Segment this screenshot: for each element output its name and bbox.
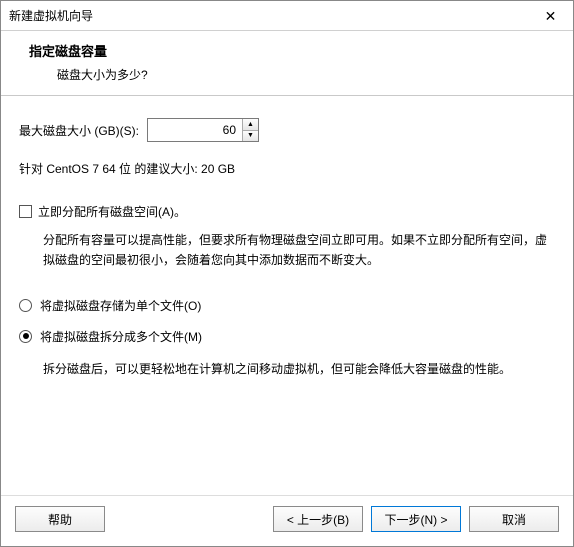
wizard-content: 最大磁盘大小 (GB)(S): ▲ ▼ 针对 CentOS 7 64 位 的建议… <box>1 96 573 495</box>
store-split-description: 拆分磁盘后，可以更轻松地在计算机之间移动虚拟机，但可能会降低大容量磁盘的性能。 <box>19 359 555 379</box>
store-split-row: 将虚拟磁盘拆分成多个文件(M) <box>19 328 555 345</box>
titlebar: 新建虚拟机向导 ✕ <box>1 1 573 31</box>
store-single-row: 将虚拟磁盘存储为单个文件(O) <box>19 297 555 314</box>
page-subtitle: 磁盘大小为多少? <box>29 66 557 83</box>
allocate-now-row: 立即分配所有磁盘空间(A)。 <box>19 203 555 220</box>
wizard-window: 新建虚拟机向导 ✕ 指定磁盘容量 磁盘大小为多少? 最大磁盘大小 (GB)(S)… <box>0 0 574 547</box>
close-button[interactable]: ✕ <box>528 1 573 31</box>
allocate-now-checkbox[interactable] <box>19 205 32 218</box>
store-single-label: 将虚拟磁盘存储为单个文件(O) <box>40 297 201 314</box>
cancel-button[interactable]: 取消 <box>469 506 559 532</box>
store-split-label: 将虚拟磁盘拆分成多个文件(M) <box>40 328 202 345</box>
store-split-radio[interactable] <box>19 330 32 343</box>
spinner-up[interactable]: ▲ <box>243 119 258 131</box>
page-title: 指定磁盘容量 <box>29 41 557 60</box>
disk-size-label: 最大磁盘大小 (GB)(S): <box>19 122 139 139</box>
spinner-down[interactable]: ▼ <box>243 131 258 142</box>
wizard-header: 指定磁盘容量 磁盘大小为多少? <box>1 31 573 96</box>
allocate-now-description: 分配所有容量可以提高性能，但要求所有物理磁盘空间立即可用。如果不立即分配所有空间… <box>19 230 555 271</box>
disk-size-row: 最大磁盘大小 (GB)(S): ▲ ▼ <box>19 118 555 142</box>
back-button[interactable]: < 上一步(B) <box>273 506 363 532</box>
allocate-now-label: 立即分配所有磁盘空间(A)。 <box>38 203 186 220</box>
recommended-size: 针对 CentOS 7 64 位 的建议大小: 20 GB <box>19 160 555 177</box>
help-button[interactable]: 帮助 <box>15 506 105 532</box>
disk-size-spinner: ▲ ▼ <box>147 118 259 142</box>
spinner-buttons: ▲ ▼ <box>242 119 258 141</box>
window-title: 新建虚拟机向导 <box>9 7 93 24</box>
close-icon: ✕ <box>545 9 557 23</box>
disk-size-input[interactable] <box>148 119 242 141</box>
store-single-radio[interactable] <box>19 299 32 312</box>
next-button[interactable]: 下一步(N) > <box>371 506 461 532</box>
wizard-footer: 帮助 < 上一步(B) 下一步(N) > 取消 <box>1 495 573 546</box>
